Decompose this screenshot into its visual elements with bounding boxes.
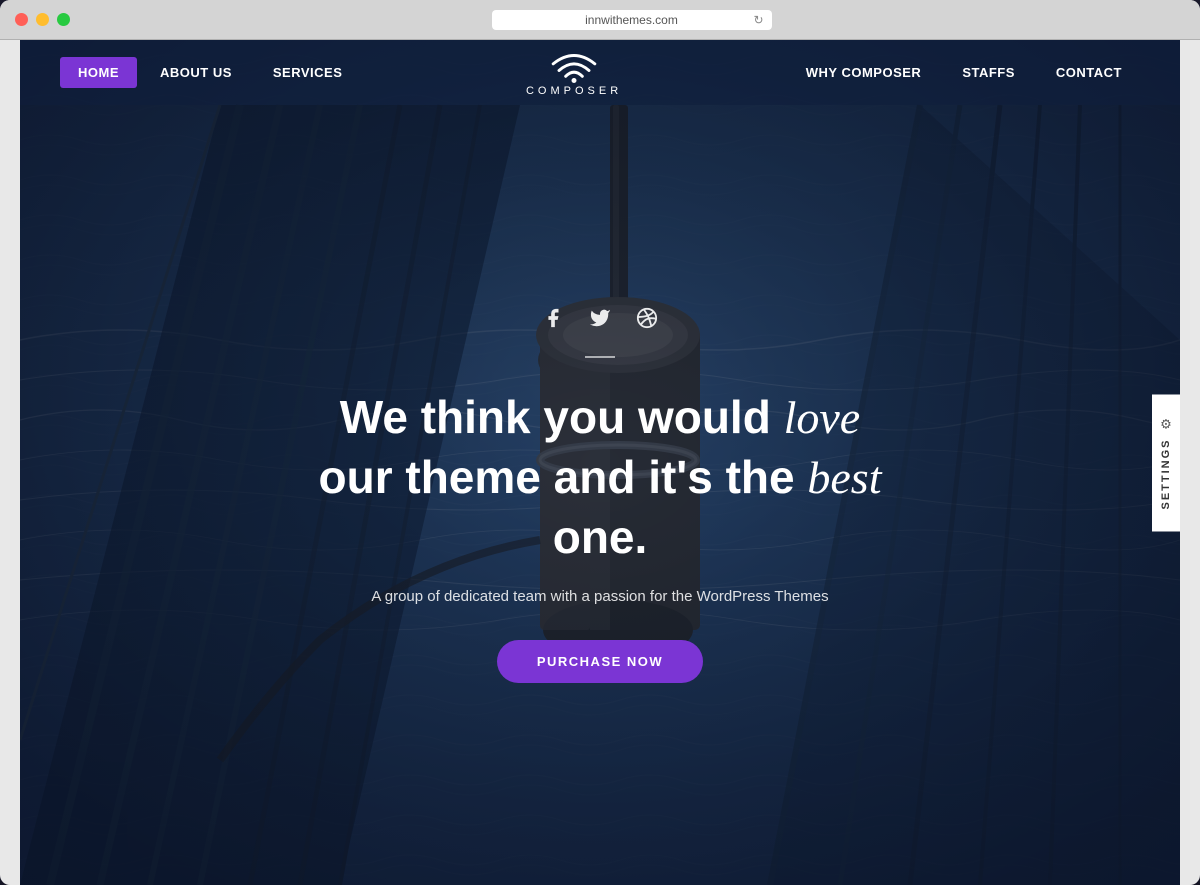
settings-label: SETTINGS — [1160, 438, 1172, 509]
facebook-icon[interactable] — [542, 307, 564, 336]
url-text: innwithemes.com — [585, 13, 678, 27]
headline-text-2: our theme and it's the — [319, 451, 808, 503]
dribbble-icon[interactable] — [636, 307, 658, 336]
headline-text-1: We think you would — [340, 391, 784, 443]
close-button[interactable] — [15, 13, 28, 26]
social-divider — [585, 356, 615, 358]
mac-titlebar: innwithemes.com ↻ + — [0, 0, 1200, 40]
logo-icon — [549, 48, 599, 83]
social-icons — [542, 307, 658, 336]
nav-right: WHY COMPOSER STAFFS CONTACT — [788, 57, 1140, 88]
logo[interactable]: COMPOSER — [526, 48, 622, 97]
mac-window: innwithemes.com ↻ + — [0, 0, 1200, 885]
nav-why-composer[interactable]: WHY COMPOSER — [788, 57, 940, 88]
headline-italic-1: love — [784, 392, 861, 443]
browser-content: HOME ABOUT US SERVICES COMPOSER WHY COMP… — [20, 40, 1180, 885]
nav-staffs[interactable]: STAFFS — [944, 57, 1033, 88]
twitter-icon[interactable] — [589, 307, 611, 336]
purchase-button[interactable]: PURCHASE NOW — [497, 640, 703, 683]
hero-subtitle: A group of dedicated team with a passion… — [371, 588, 828, 605]
hero-content: We think you would love our theme and it… — [20, 105, 1180, 885]
maximize-button[interactable] — [57, 13, 70, 26]
hero-headline: We think you would love our theme and it… — [319, 388, 882, 567]
refresh-icon[interactable]: ↻ — [753, 13, 763, 27]
logo-text: COMPOSER — [526, 85, 622, 97]
headline-text-3: one. — [553, 511, 648, 563]
url-box[interactable]: innwithemes.com ↻ — [492, 10, 772, 30]
headline-italic-2: best — [807, 452, 881, 503]
settings-gear-icon: ⚙ — [1160, 416, 1172, 432]
nav-services[interactable]: SERVICES — [255, 57, 361, 88]
nav-left: HOME ABOUT US SERVICES — [60, 57, 360, 88]
settings-tab[interactable]: ⚙ SETTINGS — [1152, 394, 1180, 531]
navbar: HOME ABOUT US SERVICES COMPOSER WHY COMP… — [20, 40, 1180, 105]
nav-contact[interactable]: CONTACT — [1038, 57, 1140, 88]
nav-about[interactable]: ABOUT US — [142, 57, 250, 88]
nav-home[interactable]: HOME — [60, 57, 137, 88]
minimize-button[interactable] — [36, 13, 49, 26]
address-bar: innwithemes.com ↻ — [78, 10, 1185, 30]
